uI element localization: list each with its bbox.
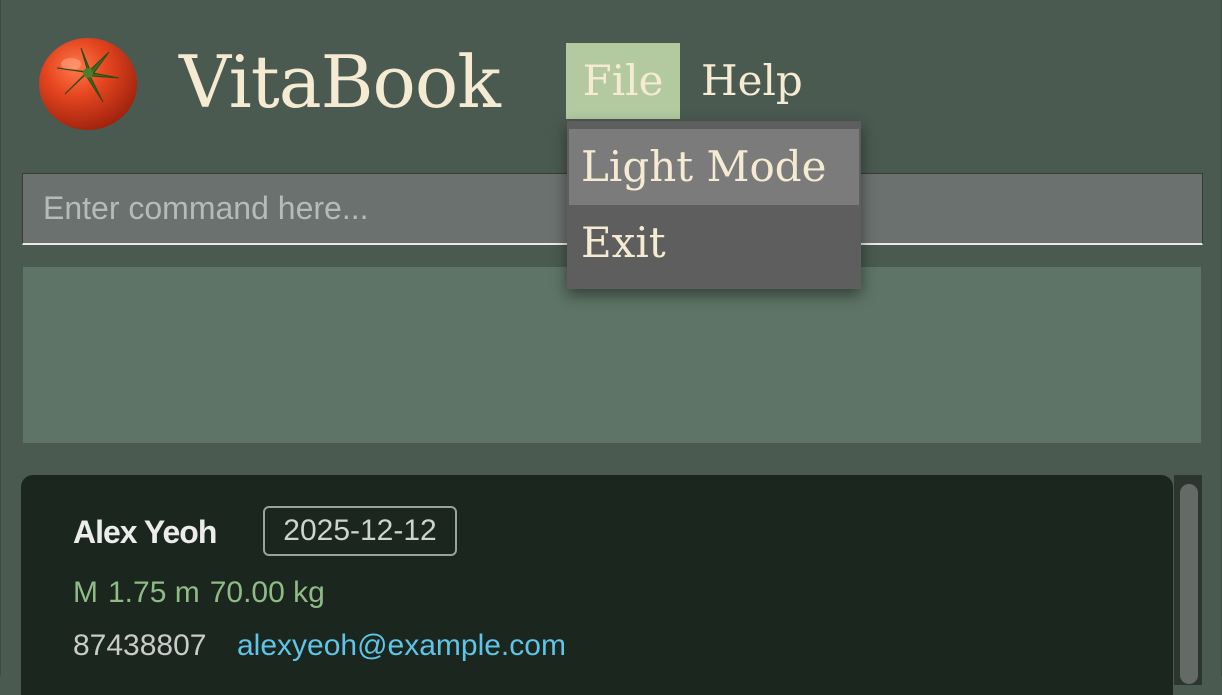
person-height: 1.75 m: [108, 576, 200, 609]
menu-item-light-mode[interactable]: Light Mode: [569, 129, 859, 205]
person-name: Alex Yeoh: [73, 514, 217, 550]
person-phone: 87438807: [73, 629, 207, 662]
menu-item-exit[interactable]: Exit: [569, 205, 859, 281]
tomato-logo-icon: [37, 30, 139, 132]
date-tag: 2025-12-12: [263, 506, 457, 556]
scrollbar-thumb[interactable]: [1180, 484, 1198, 684]
person-gender: M: [73, 576, 98, 609]
result-display: [23, 267, 1201, 443]
person-weight: 70.00 kg: [209, 576, 325, 609]
person-stats: M 1.75 m 70.00 kg: [73, 574, 335, 612]
file-dropdown-menu: Light Mode Exit: [567, 121, 861, 289]
menu-file[interactable]: File: [566, 43, 680, 119]
menu-help[interactable]: Help: [701, 43, 821, 119]
main-window: VitaBook File Help Alex Yeoh 2025-12-12 …: [0, 0, 1222, 695]
app-title: VitaBook: [179, 40, 501, 124]
person-email: alexyeoh@example.com: [237, 629, 566, 662]
